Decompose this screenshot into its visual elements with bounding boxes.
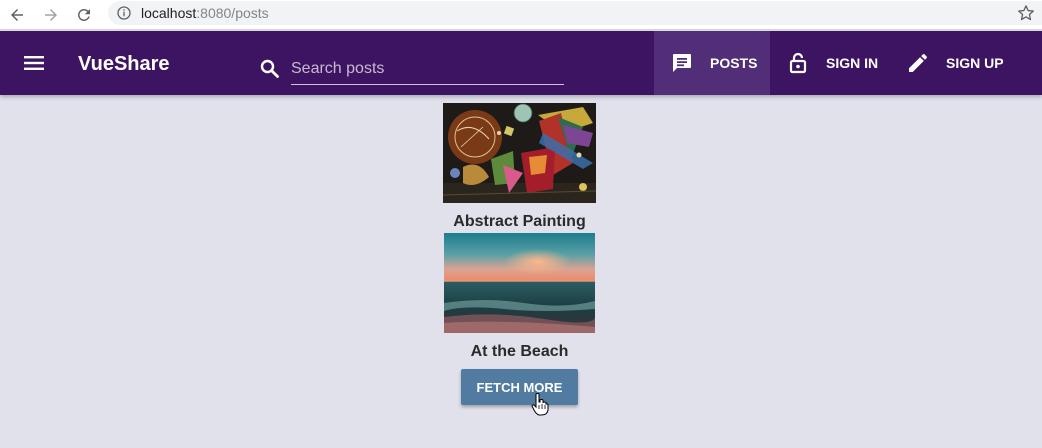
- post-image[interactable]: [444, 233, 595, 333]
- info-icon[interactable]: [116, 5, 132, 21]
- pencil-icon: [909, 54, 927, 72]
- url-host: localhost: [141, 5, 197, 21]
- search-bar: [258, 53, 564, 87]
- back-button[interactable]: [6, 4, 28, 26]
- lock-open-icon: [789, 52, 807, 74]
- star-icon[interactable]: [1016, 3, 1036, 23]
- post-card[interactable]: Abstract Painting: [443, 103, 596, 231]
- post-title[interactable]: Abstract Painting: [443, 213, 596, 231]
- abstract-painting-image: [443, 103, 596, 203]
- nav-sign-in-button[interactable]: SIGN IN: [786, 31, 896, 95]
- nav-sign-up-button[interactable]: SIGN UP: [906, 31, 1026, 95]
- beach-sunset-image: [444, 233, 595, 333]
- reload-icon: [77, 8, 90, 21]
- app-toolbar: VueShare POSTS SIGN IN SIGN UP: [0, 31, 1042, 95]
- arrow-right-icon: [45, 9, 57, 21]
- menu-icon[interactable]: [20, 51, 48, 75]
- search-input[interactable]: [291, 53, 564, 85]
- address-bar[interactable]: localhost:8080/posts: [108, 1, 1042, 25]
- post-title[interactable]: At the Beach: [443, 343, 596, 361]
- search-icon: [260, 59, 279, 78]
- post-card[interactable]: At the Beach: [443, 233, 596, 361]
- reload-button[interactable]: [73, 4, 95, 26]
- chat-icon: [673, 54, 691, 72]
- url-path: :8080/posts: [196, 5, 269, 21]
- fetch-more-button[interactable]: FETCH MORE: [461, 369, 578, 405]
- browser-toolbar: localhost:8080/posts: [0, 0, 1042, 30]
- url-text: localhost:8080/posts: [141, 5, 269, 21]
- nav-sign-in-label: SIGN IN: [826, 55, 879, 71]
- app-title[interactable]: VueShare: [78, 53, 170, 75]
- nav-posts-button[interactable]: POSTS: [654, 31, 770, 95]
- hand-pointer-cursor-icon: [531, 393, 549, 416]
- arrow-left-icon: [11, 9, 23, 21]
- forward-button[interactable]: [40, 4, 62, 26]
- nav-sign-up-label: SIGN UP: [946, 55, 1004, 71]
- post-image[interactable]: [443, 103, 596, 203]
- nav-posts-label: POSTS: [710, 55, 758, 71]
